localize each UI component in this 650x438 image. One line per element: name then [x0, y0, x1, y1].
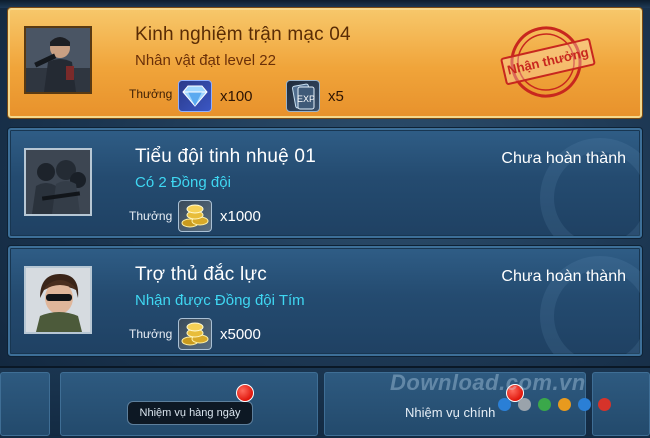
gold-coins-icon [178, 318, 212, 350]
quest-card[interactable]: Tiểu đội tinh nhuệ 01 Có 2 Đồng đội Thưở… [8, 128, 642, 238]
quest-description: Nhân vật đạt level 22 [135, 52, 276, 69]
claim-reward-stamp[interactable]: Nhận thưởng [489, 16, 603, 109]
quest-title: Trợ thủ đắc lực [135, 264, 268, 285]
companion-avatar [24, 266, 92, 334]
quest-description: Nhận được Đồng đội Tím [135, 292, 305, 309]
tab-left-edge [0, 372, 50, 436]
gold-count: x1000 [220, 208, 261, 225]
squad-avatar [24, 148, 92, 216]
tab-daily-label: Nhiệm vụ hàng ngày [127, 401, 253, 425]
quest-title: Tiểu đội tinh nhuệ 01 [135, 146, 316, 167]
quest-description: Có 2 Đồng đội [135, 174, 231, 191]
quest-status: Chưa hoàn thành [501, 268, 626, 285]
tab-main-label: Nhiệm vụ chính [405, 405, 496, 420]
gold-coins-icon [178, 200, 212, 232]
soldier-avatar [24, 26, 92, 94]
exp-card-icon: EXP [286, 80, 320, 112]
quest-card[interactable]: Trợ thủ đắc lực Nhận được Đồng đội Tím T… [8, 246, 642, 356]
quest-status: Chưa hoàn thành [501, 150, 626, 167]
watermark-text: Download.com.vn [390, 370, 586, 395]
exp-card-count: x5 [328, 88, 344, 105]
reward-label: Thưởng [129, 209, 173, 223]
quest-title: Kinh nghiệm trận mạc 04 [135, 24, 351, 45]
notification-dot [236, 384, 254, 402]
tab-daily-quests[interactable]: Nhiệm vụ hàng ngày [60, 372, 318, 436]
svg-text:EXP: EXP [297, 94, 315, 104]
gold-count: x5000 [220, 326, 261, 343]
reward-label: Thưởng [129, 327, 173, 341]
diamond-icon [178, 80, 212, 112]
top-frame [0, 0, 650, 8]
diamond-count: x100 [220, 88, 253, 105]
reward-label: Thưởng [129, 87, 173, 101]
quest-card-completed[interactable]: Kinh nghiệm trận mạc 04 Nhân vật đạt lev… [8, 8, 642, 118]
